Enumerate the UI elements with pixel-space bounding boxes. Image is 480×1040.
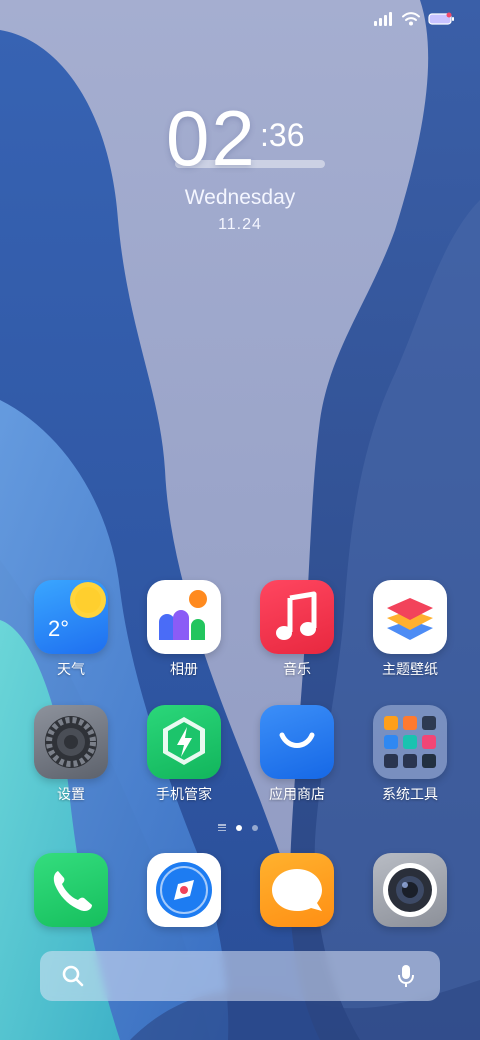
phone-icon [34,853,108,927]
app-weather[interactable]: 2° 天气 [15,580,127,678]
browser-icon [147,853,221,927]
app-store-icon [260,705,334,779]
themes-icon [373,580,447,654]
minus-one-screen-icon [218,824,226,831]
status-bar [374,12,456,26]
dock-browser[interactable] [128,853,240,927]
app-label: 天气 [57,661,85,677]
security-icon [147,705,221,779]
dock-camera[interactable] [354,853,466,927]
search-bar[interactable] [40,951,440,1001]
app-music[interactable]: 音乐 [241,580,353,678]
wifi-icon [402,12,420,26]
app-security[interactable]: 手机管家 [128,705,240,803]
clock-minutes: :36 [260,117,305,153]
clock-hours: 02 [166,94,257,182]
messages-icon [260,853,334,927]
folder-icon [373,705,447,779]
dock-phone[interactable] [15,853,127,927]
page-dot [252,824,258,831]
date-label: 11.24 [218,216,262,233]
weekday-label: Wednesday [184,186,296,209]
app-folder-system-tools[interactable]: 系统工具 [354,705,466,803]
weather-icon: 2° [34,580,108,654]
weather-temperature: 2° [48,616,70,641]
app-label: 系统工具 [382,786,438,802]
settings-icon [34,705,108,779]
app-store[interactable]: 应用商店 [241,705,353,803]
app-settings[interactable]: 设置 [15,705,127,803]
microphone-icon[interactable] [398,964,414,988]
gallery-icon [147,580,221,654]
app-label: 主题壁纸 [382,661,438,677]
page-dot-active [236,824,242,831]
battery-icon [428,12,454,25]
camera-icon [373,853,447,927]
dock-messages[interactable] [241,853,353,927]
app-themes[interactable]: 主题壁纸 [354,580,466,678]
app-label: 应用商店 [269,786,325,802]
app-gallery[interactable]: 相册 [128,580,240,678]
signal-icon [374,12,392,26]
app-label: 设置 [57,786,85,802]
app-label: 手机管家 [156,786,212,802]
app-label: 音乐 [283,661,311,677]
music-icon [260,580,334,654]
search-icon [62,965,84,987]
app-label: 相册 [170,661,198,677]
page-indicator[interactable] [218,824,258,831]
